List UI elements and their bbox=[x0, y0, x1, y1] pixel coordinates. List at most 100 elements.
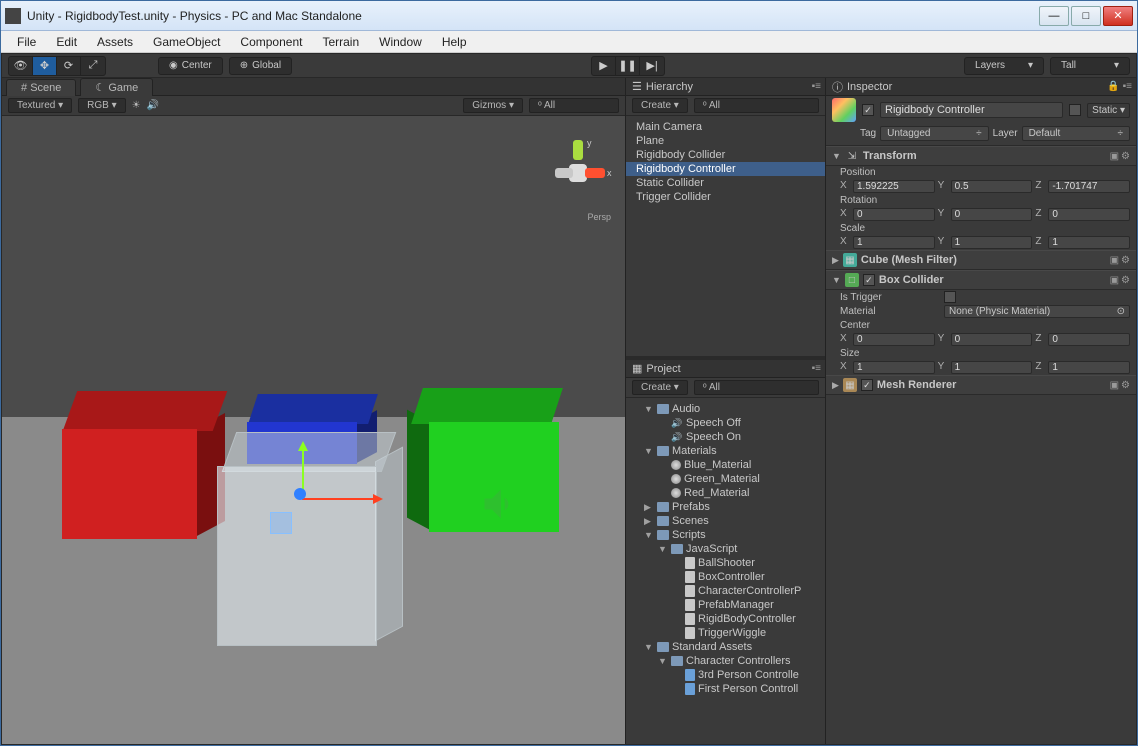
rotate-tool[interactable]: ⟳ bbox=[57, 57, 81, 75]
meshrenderer-component-header[interactable]: ▶▦ ✓ Mesh Renderer ▣ ⚙ bbox=[826, 375, 1136, 395]
maximize-button[interactable]: □ bbox=[1071, 6, 1101, 26]
move-gizmo-y[interactable] bbox=[302, 444, 304, 492]
hierarchy-item[interactable]: Rigidbody Collider bbox=[626, 148, 825, 162]
gameobject-name-field[interactable]: Rigidbody Controller bbox=[880, 102, 1063, 118]
hierarchy-search[interactable]: ᵒ All bbox=[694, 98, 819, 113]
minimize-button[interactable]: — bbox=[1039, 6, 1069, 26]
project-item[interactable]: ▼Audio bbox=[626, 402, 825, 416]
size-x[interactable]: 1 bbox=[853, 361, 935, 374]
project-item[interactable]: Blue_Material bbox=[626, 458, 825, 472]
project-item[interactable]: ▼Standard Assets bbox=[626, 640, 825, 654]
boxcollider-enabled-checkbox[interactable]: ✓ bbox=[863, 274, 875, 286]
static-checkbox[interactable] bbox=[1069, 104, 1081, 116]
layer-dropdown[interactable]: Default÷ bbox=[1022, 126, 1130, 141]
project-item[interactable]: Green_Material bbox=[626, 472, 825, 486]
project-options-icon[interactable]: ▪≡ bbox=[812, 363, 821, 374]
transform-component-header[interactable]: ▼⇲ Transform ▣ ⚙ bbox=[826, 146, 1136, 166]
hierarchy-create-dropdown[interactable]: Create ▾ bbox=[632, 98, 688, 113]
step-button[interactable]: ▶| bbox=[640, 57, 664, 75]
center-x[interactable]: 0 bbox=[853, 333, 935, 346]
project-item[interactable]: ▼JavaScript bbox=[626, 542, 825, 556]
project-search[interactable]: ᵒ All bbox=[694, 380, 819, 395]
handle-toggle[interactable]: ⊕ Global bbox=[229, 57, 292, 75]
help-icon[interactable]: ▣ bbox=[1110, 151, 1119, 162]
menu-component[interactable]: Component bbox=[230, 33, 312, 51]
audio-toggle[interactable]: 🔊 bbox=[147, 100, 159, 111]
menu-edit[interactable]: Edit bbox=[46, 33, 87, 51]
physic-material-field[interactable]: None (Physic Material)⊙ bbox=[944, 305, 1130, 318]
project-item[interactable]: PrefabManager bbox=[626, 598, 825, 612]
size-z[interactable]: 1 bbox=[1048, 361, 1130, 374]
gear-icon[interactable]: ⚙ bbox=[1121, 275, 1130, 286]
hierarchy-item[interactable]: Static Collider bbox=[626, 176, 825, 190]
project-item[interactable]: CharacterControllerP bbox=[626, 584, 825, 598]
gear-icon[interactable]: ⚙ bbox=[1121, 151, 1130, 162]
meshfilter-component-header[interactable]: ▶▦ Cube (Mesh Filter) ▣ ⚙ bbox=[826, 250, 1136, 270]
project-item[interactable]: TriggerWiggle bbox=[626, 626, 825, 640]
boxcollider-component-header[interactable]: ▼□ ✓ Box Collider ▣ ⚙ bbox=[826, 270, 1136, 290]
menu-window[interactable]: Window bbox=[369, 33, 432, 51]
istrigger-checkbox[interactable] bbox=[944, 291, 956, 303]
tag-dropdown[interactable]: Untagged÷ bbox=[880, 126, 988, 141]
light-toggle[interactable]: ☀ bbox=[132, 100, 141, 111]
project-item[interactable]: 🔊Speech On bbox=[626, 430, 825, 444]
inspector-header[interactable]: ⓘ Inspector 🔒 ▪≡ bbox=[826, 78, 1136, 96]
help-icon[interactable]: ▣ bbox=[1110, 380, 1119, 391]
hierarchy-header[interactable]: ☰ Hierarchy ▪≡ bbox=[626, 78, 825, 96]
move-tool[interactable]: ✥ bbox=[33, 57, 57, 75]
scene-search[interactable]: ᵒ All bbox=[529, 98, 619, 113]
menu-assets[interactable]: Assets bbox=[87, 33, 143, 51]
project-item[interactable]: Red_Material bbox=[626, 486, 825, 500]
scale-z[interactable]: 1 bbox=[1048, 236, 1130, 249]
layout-dropdown[interactable]: Tall▾ bbox=[1050, 57, 1130, 75]
project-header[interactable]: ▦ Project ▪≡ bbox=[626, 360, 825, 378]
project-create-dropdown[interactable]: Create ▾ bbox=[632, 380, 688, 395]
scale-y[interactable]: 1 bbox=[951, 236, 1033, 249]
projection-label[interactable]: Persp bbox=[587, 212, 611, 222]
layers-dropdown[interactable]: Layers▾ bbox=[964, 57, 1044, 75]
scene-viewport[interactable]: y x Persp bbox=[2, 116, 625, 744]
move-gizmo-plane[interactable] bbox=[270, 512, 292, 534]
help-icon[interactable]: ▣ bbox=[1110, 255, 1119, 266]
project-item[interactable]: ▼Materials bbox=[626, 444, 825, 458]
project-tree[interactable]: ▼Audio🔊Speech Off🔊Speech On▼MaterialsBlu… bbox=[626, 398, 825, 744]
position-x[interactable]: 1.592225 bbox=[853, 180, 935, 193]
rendermode-dropdown[interactable]: RGB ▾ bbox=[78, 98, 125, 113]
rotation-x[interactable]: 0 bbox=[853, 208, 935, 221]
position-y[interactable]: 0.5 bbox=[951, 180, 1033, 193]
pause-button[interactable]: ❚❚ bbox=[616, 57, 640, 75]
menu-gameobject[interactable]: GameObject bbox=[143, 33, 230, 51]
center-z[interactable]: 0 bbox=[1048, 333, 1130, 346]
orientation-gizmo[interactable]: y x bbox=[543, 140, 613, 200]
hand-tool[interactable]: 👁 bbox=[9, 57, 33, 75]
center-y[interactable]: 0 bbox=[951, 333, 1033, 346]
scale-tool[interactable]: ⤢ bbox=[81, 57, 105, 75]
close-button[interactable]: ✕ bbox=[1103, 6, 1133, 26]
menu-terrain[interactable]: Terrain bbox=[312, 33, 369, 51]
hierarchy-item[interactable]: Trigger Collider bbox=[626, 190, 825, 204]
game-tab[interactable]: ☾ Game bbox=[80, 78, 153, 96]
size-y[interactable]: 1 bbox=[951, 361, 1033, 374]
project-item[interactable]: ▼Scripts bbox=[626, 528, 825, 542]
project-item[interactable]: First Person Controll bbox=[626, 682, 825, 696]
position-z[interactable]: -1.701747 bbox=[1048, 180, 1130, 193]
project-item[interactable]: RigidBodyController bbox=[626, 612, 825, 626]
help-icon[interactable]: ▣ bbox=[1110, 275, 1119, 286]
project-item[interactable]: ▶Prefabs bbox=[626, 500, 825, 514]
project-item[interactable]: BallShooter bbox=[626, 556, 825, 570]
project-item[interactable]: 🔊Speech Off bbox=[626, 416, 825, 430]
move-gizmo-x[interactable] bbox=[302, 498, 380, 500]
project-item[interactable]: ▶Scenes bbox=[626, 514, 825, 528]
static-dropdown[interactable]: Static ▾ bbox=[1087, 103, 1130, 118]
hierarchy-item[interactable]: Main Camera bbox=[626, 120, 825, 134]
menu-file[interactable]: File bbox=[7, 33, 46, 51]
hierarchy-options-icon[interactable]: ▪≡ bbox=[812, 81, 821, 92]
project-item[interactable]: 3rd Person Controlle bbox=[626, 668, 825, 682]
gear-icon[interactable]: ⚙ bbox=[1121, 380, 1130, 391]
play-button[interactable]: ▶ bbox=[592, 57, 616, 75]
hierarchy-list[interactable]: Main CameraPlaneRigidbody ColliderRigidb… bbox=[626, 116, 825, 356]
gameobject-active-checkbox[interactable]: ✓ bbox=[862, 104, 874, 116]
rotation-y[interactable]: 0 bbox=[951, 208, 1033, 221]
inspector-options-icon[interactable]: 🔒 ▪≡ bbox=[1107, 81, 1132, 92]
scene-tab[interactable]: # Scene bbox=[6, 79, 76, 96]
